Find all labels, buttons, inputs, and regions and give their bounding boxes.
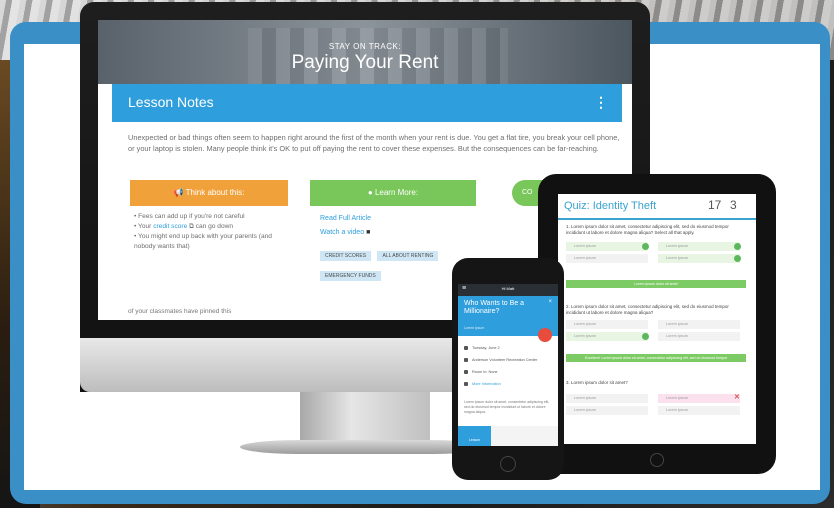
check-icon: [642, 333, 649, 340]
tag-credit-scores[interactable]: CREDIT SCORES: [320, 251, 372, 261]
tablet-screen: Quiz: Identity Theft 17 3 1. Lorem ipsum…: [558, 194, 756, 444]
quiz-feedback-bar: Excellent! Lorem ipsum dolor sit amet, c…: [566, 354, 746, 362]
monitor-stand: [300, 392, 430, 444]
watch-video-label: Watch a video: [320, 229, 365, 236]
event-location-text: Anderson Volunteer Recreation Center: [472, 358, 538, 362]
hero-banner: STAY ON TRACK: Paying Your Rent: [98, 20, 632, 84]
classmates-pinned-text: of your classmates have pinned this: [128, 308, 232, 315]
check-icon: [734, 243, 741, 250]
event-subtitle: Lorem ipsum: [464, 326, 485, 330]
phone-bar-title: Hi Matt: [501, 286, 515, 291]
event-room: Room In: None: [464, 370, 498, 374]
page-title: Paying Your Rent: [291, 52, 439, 73]
tablet-home-button: [650, 453, 664, 467]
tab-lesson[interactable]: Lesson: [458, 426, 491, 446]
quiz-title: Quiz: Identity Theft: [564, 200, 657, 212]
phone-home-button: [500, 456, 516, 472]
list-item: Fees can add up if you're not careful: [134, 212, 284, 222]
pin-button[interactable]: [538, 328, 552, 342]
video-camera-icon: ■: [366, 229, 371, 236]
answer-option[interactable]: Lorem ipsum: [658, 332, 740, 341]
think-label: Think about this:: [185, 188, 245, 197]
list-item: Your credit score ⧉ can go down: [134, 222, 284, 232]
learn-more-button[interactable]: ● Learn More:: [310, 180, 476, 206]
topic-tags: CREDIT SCORES ALL ABOUT RENTING EMERGENC…: [320, 244, 470, 284]
event-location: Anderson Volunteer Recreation Center: [464, 358, 537, 362]
calendar-icon: [464, 346, 468, 350]
event-description: Lorem ipsum dolor sit amet, consectetur …: [464, 400, 550, 414]
answer-option[interactable]: Lorem ipsum: [566, 242, 648, 251]
event-date-text: Tuesday, June 2: [472, 346, 500, 350]
quiz-stat-correct: 17: [708, 198, 722, 212]
close-icon[interactable]: ×: [548, 299, 552, 305]
lesson-notes-title: Lesson Notes: [128, 94, 214, 110]
phone-tab-bar: Lesson: [458, 426, 558, 446]
learn-links: Read Full Article Watch a video ■: [320, 212, 371, 240]
answer-option[interactable]: Lorem ipsum: [658, 254, 740, 263]
lesson-paragraph: Unexpected or bad things often seem to h…: [128, 133, 620, 153]
tag-emergency-funds[interactable]: EMERGENCY FUNDS: [320, 271, 381, 281]
learn-label: Learn More:: [374, 188, 419, 197]
tag-all-about-renting[interactable]: ALL ABOUT RENTING: [377, 251, 439, 261]
answer-option[interactable]: Lorem ipsum: [566, 254, 648, 263]
megaphone-icon: 📢: [173, 188, 186, 197]
read-article-link[interactable]: Read Full Article: [320, 212, 371, 226]
question-2: 2. Lorem ipsum dolor sit amet, consectet…: [566, 304, 729, 315]
bullet-text: can go down: [193, 223, 234, 230]
phone-top-bar: ≡ Hi Matt: [458, 284, 558, 296]
watch-video-link[interactable]: Watch a video ■: [320, 226, 371, 240]
info-icon: [464, 382, 468, 386]
answer-option[interactable]: Lorem ipsum: [658, 320, 740, 329]
think-about-this-button[interactable]: 📢 Think about this:: [130, 180, 288, 206]
check-icon: [734, 255, 741, 262]
event-title: Who Wants to Be a Millionaire?: [464, 300, 525, 315]
hero-eyebrow: STAY ON TRACK:: [328, 42, 402, 51]
more-info-text: More Information: [472, 382, 501, 386]
event-date: Tuesday, June 2: [464, 346, 500, 350]
answer-option[interactable]: Lorem ipsum: [566, 394, 648, 403]
list-item: You might end up back with your parents …: [134, 232, 284, 252]
question-1: 1. Lorem ipsum dolor sit amet, consectet…: [566, 224, 729, 235]
answer-option[interactable]: Lorem ipsum: [658, 394, 740, 403]
wrong-x-icon: ✕: [734, 394, 740, 401]
answer-option[interactable]: Lorem ipsum: [658, 242, 740, 251]
think-list: Fees can add up if you're not careful Yo…: [134, 212, 284, 252]
info-icon: ●: [367, 188, 375, 197]
answer-option[interactable]: Lorem ipsum: [566, 332, 648, 341]
location-pin-icon: [464, 358, 468, 362]
answer-option[interactable]: Lorem ipsum: [658, 406, 740, 415]
person-icon: [464, 370, 468, 374]
more-information-link[interactable]: More Information: [464, 382, 501, 386]
check-icon: [642, 243, 649, 250]
quiz-stat-incorrect: 3: [730, 198, 737, 212]
quiz-feedback-bar: Lorem ipsum dolor sit amet: [566, 280, 746, 288]
question-3: 3. Lorem ipsum dolor sit amet?: [566, 380, 628, 385]
answer-option[interactable]: Lorem ipsum: [566, 320, 648, 329]
answer-option[interactable]: Lorem ipsum: [566, 406, 648, 415]
quiz-divider: [558, 218, 756, 220]
event-room-text: Room In: None: [472, 370, 498, 374]
phone-screen: ≡ Hi Matt Who Wants to Be a Millionaire?…: [458, 284, 558, 446]
more-options-icon[interactable]: ⋮: [594, 94, 608, 111]
bullet-text: Your: [138, 223, 154, 230]
credit-score-link[interactable]: credit score: [153, 223, 187, 230]
lesson-notes-header: Lesson Notes ⋮: [112, 84, 622, 122]
